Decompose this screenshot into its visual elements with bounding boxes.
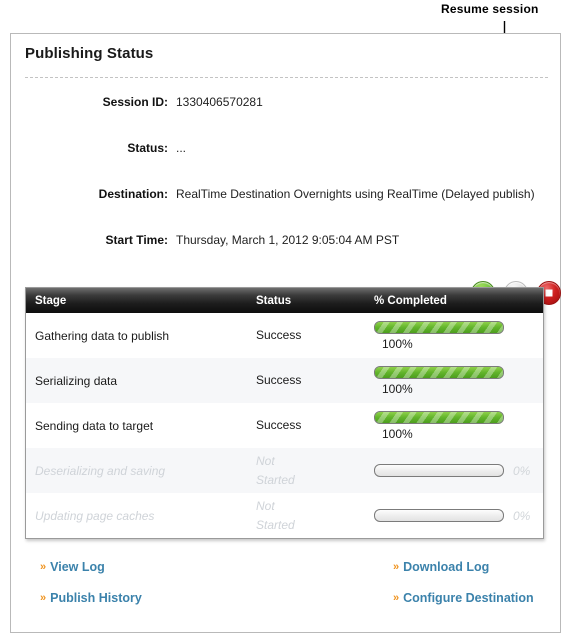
publishing-status-panel: Publishing Status Session ID: 1330406570… [10, 33, 561, 633]
field-value: 1330406570281 [176, 95, 263, 109]
stage-progress: 0% [374, 464, 543, 478]
stage-status: Success [256, 373, 302, 387]
progress-label: 0% [513, 463, 531, 478]
column-header-stage: Stage [35, 294, 67, 307]
link-label: View Log [50, 560, 105, 574]
table-row: Updating page caches Not Started 0% [26, 493, 543, 538]
progress-bar [374, 410, 504, 424]
progress-bar [374, 320, 504, 334]
stage-name: Sending data to target [35, 418, 154, 433]
progress-bar [374, 464, 504, 477]
link-label: Publish History [50, 591, 142, 605]
table-row: Serializing data Success 100% [26, 358, 543, 403]
progress-label: 0% [513, 508, 531, 523]
double-chevron-right-icon: » [40, 592, 46, 604]
view-log-link[interactable]: » View Log [40, 560, 105, 574]
stage-name: Deserializing and saving [35, 463, 166, 478]
stage-progress: 0% [374, 509, 543, 523]
field-label: Start Time: [105, 233, 168, 247]
progress-bar [374, 509, 504, 522]
column-header-status: Status [256, 294, 292, 307]
stage-name: Gathering data to publish [35, 328, 170, 343]
progress-label: 100% [382, 426, 413, 441]
stage-progress-table: Stage Status % Completed Gathering data … [25, 287, 544, 539]
publish-history-link[interactable]: » Publish History [40, 591, 142, 605]
double-chevron-right-icon: » [393, 592, 399, 604]
stage-status: Not Started [256, 498, 295, 532]
table-row: Gathering data to publish Success 100% [26, 313, 543, 358]
table-row: Sending data to target Success 100% [26, 403, 543, 448]
stage-progress: 100% [374, 320, 543, 351]
configure-destination-link[interactable]: » Configure Destination [393, 591, 534, 605]
title-divider [25, 77, 548, 78]
table-row: Deserializing and saving Not Started 0% [26, 448, 543, 493]
progress-label: 100% [382, 336, 413, 351]
field-value: RealTime Destination Overnights using Re… [176, 187, 535, 201]
field-session-id: Session ID: 1330406570281 [11, 95, 560, 113]
column-header-completed: % Completed [374, 294, 447, 307]
field-value: Thursday, March 1, 2012 9:05:04 AM PST [176, 233, 400, 247]
progress-label: 100% [382, 381, 413, 396]
table-header-row: Stage Status % Completed [26, 288, 543, 313]
field-label: Status: [127, 141, 168, 155]
progress-bar [374, 365, 504, 379]
stage-status: Not Started [256, 453, 295, 487]
callout-label: Resume session [441, 2, 539, 16]
download-log-link[interactable]: » Download Log [393, 560, 489, 574]
stage-status: Success [256, 328, 302, 342]
stage-name: Serializing data [35, 373, 118, 388]
stage-name: Updating page caches [35, 508, 155, 523]
field-label: Session ID: [102, 95, 168, 109]
field-value: ... [176, 141, 187, 155]
stage-progress: 100% [374, 365, 543, 396]
page-title: Publishing Status [25, 45, 154, 62]
double-chevron-right-icon: » [40, 561, 46, 573]
field-destination: Destination: RealTime Destination Overni… [11, 187, 560, 205]
link-label: Configure Destination [403, 591, 534, 605]
stage-progress: 100% [374, 410, 543, 441]
link-label: Download Log [403, 560, 490, 574]
stage-status: Success [256, 418, 302, 432]
field-label: Destination: [98, 187, 168, 201]
field-start-time: Start Time: Thursday, March 1, 2012 9:05… [11, 233, 560, 251]
double-chevron-right-icon: » [393, 561, 399, 573]
field-status: Status: ... [11, 141, 560, 159]
